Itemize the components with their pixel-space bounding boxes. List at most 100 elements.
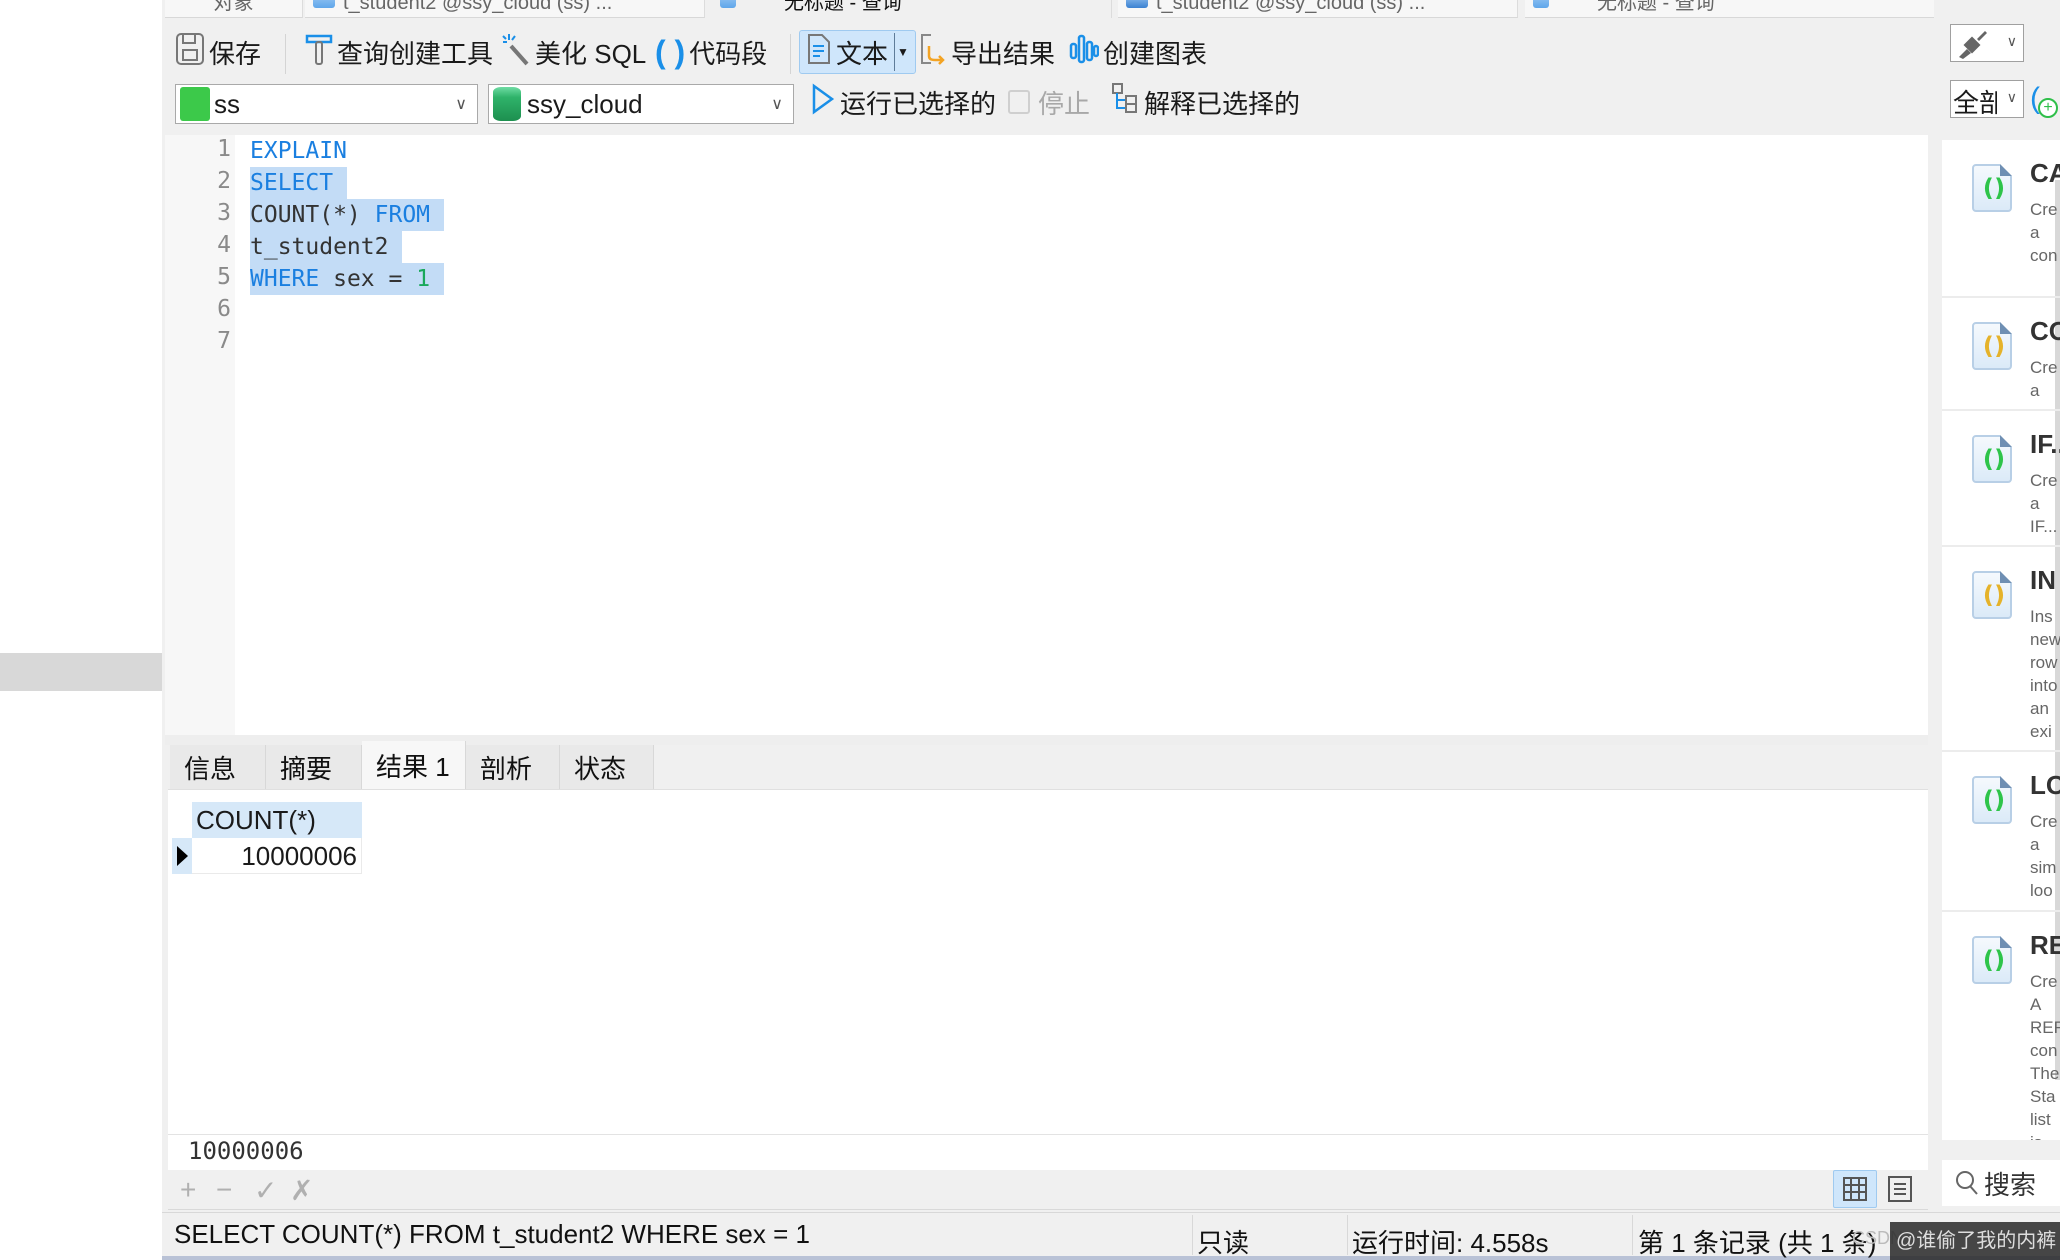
sql-text: t_student2 bbox=[250, 234, 389, 260]
tab-status[interactable]: 状态 bbox=[560, 745, 654, 789]
current-row-indicator[interactable] bbox=[172, 838, 192, 874]
query-icon bbox=[720, 0, 736, 8]
code-snippet-panel: ∨ 全部 ∨ (+ ( ) CASE Cre a con ( ) CO Cre a ( ) IF..… bbox=[1934, 0, 2060, 1212]
braces-icon: ( ) bbox=[1982, 332, 2005, 360]
code-line[interactable]: WHERE sex = 1 bbox=[250, 263, 444, 295]
snippet-description-line: Cre bbox=[2030, 200, 2058, 219]
form-view-button[interactable] bbox=[1880, 1170, 1920, 1208]
code-line[interactable]: t_student2 bbox=[250, 231, 403, 263]
sql-text: COUNT(*) bbox=[250, 202, 375, 228]
delete-record-icon[interactable]: − bbox=[216, 1174, 232, 1206]
snippet-description-line: con bbox=[2030, 246, 2058, 265]
tab-profile[interactable]: 剖析 bbox=[466, 745, 560, 789]
apply-changes-icon[interactable]: ✓ bbox=[254, 1174, 277, 1207]
grid-toolbar: + − ✓ ✗ bbox=[168, 1170, 1928, 1210]
editor-toolbar: 保存 查询创建工具 美化 SQL ( ) 代码段 文本 ▼ 导出结果 创建图表 bbox=[165, 26, 1934, 80]
tab-info[interactable]: 信息 bbox=[170, 745, 266, 789]
snippet-description-line: row bbox=[2030, 653, 2058, 672]
code-line[interactable]: SELECT bbox=[250, 167, 347, 199]
snippet-description-line: is bbox=[2030, 1131, 2060, 1140]
line-number: 6 bbox=[217, 296, 231, 322]
snippet-connection-select[interactable]: ∨ bbox=[1950, 24, 2024, 62]
code-line[interactable]: COUNT(*) FROM bbox=[250, 199, 444, 231]
snippet-item[interactable]: ( ) RE Cre A REF con The Sta list is bbox=[1942, 912, 2060, 1140]
snippet-description-line: a bbox=[2030, 223, 2040, 242]
snippet-search-button[interactable]: 搜索 bbox=[1942, 1160, 2060, 1206]
snippet-description-line: IF... bbox=[2030, 517, 2058, 536]
snippet-file-icon: ( ) bbox=[1972, 164, 2012, 212]
braces-icon: ( ) bbox=[655, 33, 686, 70]
code-snippet-button[interactable]: ( ) 代码段 bbox=[655, 30, 767, 74]
text-mode-button[interactable]: 文本 ▼ bbox=[799, 30, 916, 74]
tab-untitled-query-2[interactable]: 无标题 - 查询 bbox=[1525, 0, 1937, 18]
snippet-item[interactable]: ( ) CASE Cre a con bbox=[1942, 140, 2060, 298]
column-header-count[interactable]: COUNT(*) bbox=[192, 802, 362, 838]
search-icon bbox=[1956, 1171, 1978, 1195]
snippet-title: LO bbox=[2030, 770, 2060, 800]
database-select[interactable]: ssy_cloud ∨ bbox=[488, 84, 794, 124]
status-divider bbox=[1632, 1215, 1633, 1255]
export-result-button[interactable]: 导出结果 bbox=[917, 30, 1055, 74]
tab-summary[interactable]: 摘要 bbox=[266, 745, 362, 789]
braces-icon: ( ) bbox=[1982, 786, 2005, 814]
tab-untitled-query-active[interactable]: 无标题 - 查询 bbox=[712, 0, 1112, 18]
snippet-item[interactable]: ( ) LO Cre a sim loo bbox=[1942, 752, 2060, 912]
cell-value-preview: 10000006 bbox=[168, 1134, 1928, 1170]
snippet-description-line: Sta bbox=[2030, 1087, 2056, 1106]
sql-keyword: FROM bbox=[374, 202, 431, 228]
sql-keyword: SELECT bbox=[250, 170, 334, 196]
run-selected-button[interactable]: 运行已选择的 bbox=[810, 80, 996, 124]
stop-button[interactable]: 停止 bbox=[1008, 80, 1090, 124]
snippet-description: Cre A REF con The Sta list is bbox=[2030, 970, 2060, 1140]
create-chart-button[interactable]: 创建图表 bbox=[1069, 30, 1207, 74]
magic-wand-icon bbox=[501, 32, 531, 73]
query-icon bbox=[1533, 0, 1549, 8]
line-number: 7 bbox=[217, 328, 231, 354]
snippet-filter-select[interactable]: 全部 ∨ bbox=[1950, 80, 2024, 118]
snippet-title: IN bbox=[2030, 565, 2056, 595]
mysql-connection-icon bbox=[180, 87, 210, 121]
text-document-icon bbox=[806, 32, 832, 73]
result-grid[interactable]: COUNT(*) 10000006 bbox=[168, 789, 1928, 1134]
plus-icon: + bbox=[2038, 98, 2058, 118]
add-snippet-button[interactable]: (+ bbox=[2030, 82, 2058, 118]
snippet-description-line: Cre bbox=[2030, 471, 2058, 490]
grid-view-button[interactable] bbox=[1833, 1170, 1877, 1208]
split-divider bbox=[894, 33, 896, 71]
snippet-title: IF... bbox=[2030, 429, 2060, 459]
snippet-item[interactable]: ( ) CO Cre a bbox=[1942, 298, 2060, 411]
status-readonly: 只读 bbox=[1197, 1228, 1250, 1258]
object-tree-panel bbox=[0, 0, 162, 1260]
discard-changes-icon[interactable]: ✗ bbox=[290, 1174, 313, 1207]
selection-padding bbox=[333, 170, 347, 196]
object-tree-selected-row[interactable] bbox=[0, 653, 162, 691]
snippet-description-line: Cre bbox=[2030, 358, 2058, 377]
toolbar-divider bbox=[790, 34, 791, 74]
save-button[interactable]: 保存 bbox=[175, 30, 261, 74]
dropdown-arrow-icon[interactable]: ▼ bbox=[897, 45, 909, 59]
query-builder-icon bbox=[305, 32, 333, 73]
snippet-description-line: into bbox=[2030, 676, 2058, 695]
line-number: 1 bbox=[217, 136, 231, 162]
table-cell[interactable]: 10000006 bbox=[192, 838, 362, 874]
tab-objects[interactable]: 对象 bbox=[165, 0, 303, 18]
stop-icon bbox=[1008, 90, 1030, 114]
connection-select[interactable]: ss ∨ bbox=[175, 84, 478, 124]
sql-editor[interactable]: 1 2 3 4 5 6 7 EXPLAIN SELECT COUNT(*) FRO… bbox=[165, 135, 1928, 735]
add-record-icon[interactable]: + bbox=[180, 1174, 196, 1206]
snippet-description-line: exi bbox=[2030, 722, 2052, 741]
snippet-list: ( ) CASE Cre a con ( ) CO Cre a ( ) IF... Cre a IF...… bbox=[1942, 140, 2060, 1140]
code-line[interactable]: EXPLAIN bbox=[250, 135, 347, 167]
tab-table-t-student2[interactable]: t_student2 @ssy_cloud (ss) ... bbox=[305, 0, 705, 18]
snippet-description: Cre a bbox=[2030, 356, 2060, 402]
snippet-item[interactable]: ( ) IF... Cre a IF... bbox=[1942, 411, 2060, 547]
tab-table-t-student2-edit[interactable]: t_student2 @ssy_cloud (ss) ... bbox=[1118, 0, 1518, 18]
query-builder-button[interactable]: 查询创建工具 bbox=[305, 30, 493, 74]
snippet-description-line: loo bbox=[2030, 881, 2053, 900]
tab-result-1[interactable]: 结果 1 bbox=[362, 741, 466, 789]
snippet-item[interactable]: ( ) IN Ins new row into an exi bbox=[1942, 547, 2060, 752]
snippet-description-line: A bbox=[2030, 995, 2042, 1014]
explain-selected-button[interactable]: 解释已选择的 bbox=[1110, 80, 1300, 124]
beautify-sql-button[interactable]: 美化 SQL bbox=[501, 30, 646, 74]
sql-text: sex = bbox=[319, 266, 417, 292]
